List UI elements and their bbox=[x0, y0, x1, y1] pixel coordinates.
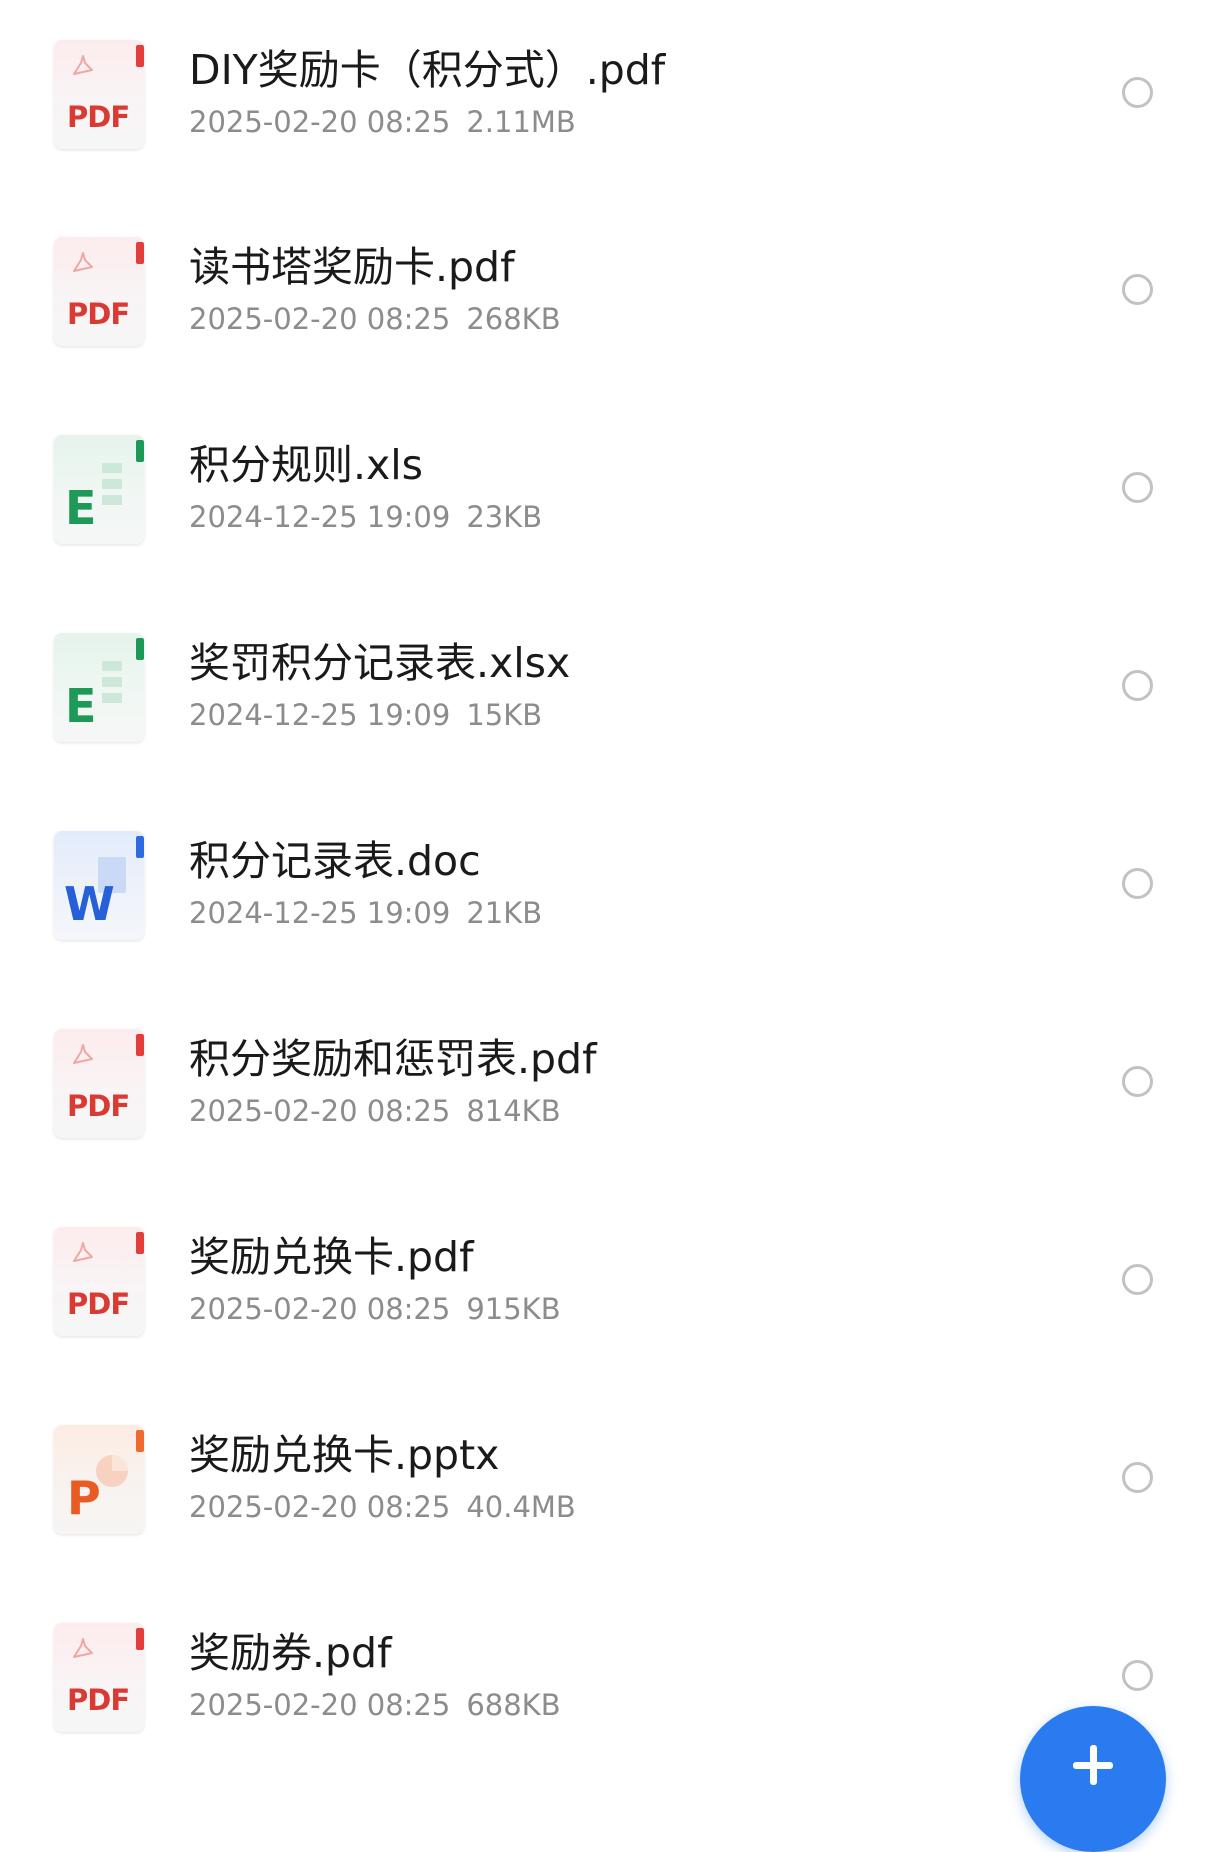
select-radio-button[interactable] bbox=[1122, 274, 1153, 305]
pdf-file-icon: PDF bbox=[54, 237, 144, 346]
file-date: 2025-02-20 08:25 bbox=[189, 1292, 451, 1326]
select-radio-button[interactable] bbox=[1122, 670, 1153, 701]
file-name: 奖励兑换卡.pptx bbox=[189, 1431, 500, 1479]
add-fab-button[interactable] bbox=[1020, 1706, 1166, 1852]
word-icon-label: W bbox=[64, 877, 115, 931]
select-radio-button[interactable] bbox=[1122, 1264, 1153, 1295]
file-meta: 2025-02-20 08:25 40.4MB bbox=[189, 1487, 576, 1527]
file-date: 2025-02-20 08:25 bbox=[189, 1688, 451, 1722]
file-date: 2025-02-20 08:25 bbox=[189, 302, 451, 336]
file-name: 积分奖励和惩罚表.pdf bbox=[189, 1035, 597, 1083]
file-row[interactable]: PDF DIY奖励卡（积分式）.pdf 2025-02-20 08:25 2.11… bbox=[0, 40, 1220, 238]
file-row[interactable]: E 积分规则.xls 2024-12-25 19:09 23KB bbox=[0, 435, 1220, 633]
select-radio-button[interactable] bbox=[1122, 1066, 1153, 1097]
file-row[interactable]: PDF 奖励兑换卡.pdf 2025-02-20 08:25 915KB bbox=[0, 1227, 1220, 1425]
select-radio-button[interactable] bbox=[1122, 77, 1153, 108]
file-date: 2025-02-20 08:25 bbox=[189, 1094, 451, 1128]
pdf-icon-label: PDF bbox=[67, 297, 130, 331]
file-size: 814KB bbox=[466, 1094, 561, 1128]
file-date: 2025-02-20 08:25 bbox=[189, 105, 451, 139]
file-row[interactable]: PDF 读书塔奖励卡.pdf 2025-02-20 08:25 268KB bbox=[0, 237, 1220, 435]
file-size: 15KB bbox=[466, 698, 543, 732]
pdf-file-icon: PDF bbox=[54, 1029, 144, 1138]
file-meta: 2025-02-20 08:25 268KB bbox=[189, 299, 561, 339]
select-radio-button[interactable] bbox=[1122, 1660, 1153, 1691]
pdf-file-icon: PDF bbox=[54, 40, 144, 149]
file-size: 40.4MB bbox=[466, 1490, 576, 1524]
file-row[interactable]: PDF 积分奖励和惩罚表.pdf 2025-02-20 08:25 814KB bbox=[0, 1029, 1220, 1227]
file-meta: 2025-02-20 08:25 915KB bbox=[189, 1289, 561, 1329]
excel-file-icon: E bbox=[54, 435, 144, 544]
select-radio-button[interactable] bbox=[1122, 1462, 1153, 1493]
file-name: DIY奖励卡（积分式）.pdf bbox=[189, 46, 666, 94]
file-meta: 2025-02-20 08:25 814KB bbox=[189, 1091, 561, 1131]
file-row[interactable]: E 奖罚积分记录表.xlsx 2024-12-25 19:09 15KB bbox=[0, 633, 1220, 831]
file-size: 688KB bbox=[466, 1688, 561, 1722]
pdf-file-icon: PDF bbox=[54, 1227, 144, 1336]
file-size: 268KB bbox=[466, 302, 561, 336]
file-list: PDF DIY奖励卡（积分式）.pdf 2025-02-20 08:25 2.11… bbox=[0, 0, 1220, 1759]
powerpoint-file-icon: P bbox=[54, 1425, 144, 1534]
file-date: 2024-12-25 19:09 bbox=[189, 896, 451, 930]
file-name: 奖励券.pdf bbox=[189, 1629, 392, 1677]
file-meta: 2025-02-20 08:25 2.11MB bbox=[189, 102, 576, 142]
pdf-icon-label: PDF bbox=[67, 1683, 130, 1717]
excel-file-icon: E bbox=[54, 633, 144, 742]
pdf-icon-label: PDF bbox=[67, 1089, 130, 1123]
file-meta: 2025-02-20 08:25 688KB bbox=[189, 1685, 561, 1725]
file-size: 23KB bbox=[466, 500, 543, 534]
excel-icon-label: E bbox=[65, 481, 97, 535]
file-name: 奖罚积分记录表.xlsx bbox=[189, 639, 571, 687]
select-radio-button[interactable] bbox=[1122, 868, 1153, 899]
select-radio-button[interactable] bbox=[1122, 472, 1153, 503]
pdf-icon-label: PDF bbox=[67, 1287, 130, 1321]
file-date: 2024-12-25 19:09 bbox=[189, 500, 451, 534]
file-name: 读书塔奖励卡.pdf bbox=[189, 243, 515, 291]
file-row[interactable]: P 奖励兑换卡.pptx 2025-02-20 08:25 40.4MB bbox=[0, 1425, 1220, 1623]
file-meta: 2024-12-25 19:09 23KB bbox=[189, 497, 542, 537]
file-size: 21KB bbox=[466, 896, 543, 930]
powerpoint-icon-label: P bbox=[67, 1471, 101, 1525]
pdf-icon-label: PDF bbox=[67, 100, 130, 134]
file-size: 915KB bbox=[466, 1292, 561, 1326]
file-row[interactable]: W 积分记录表.doc 2024-12-25 19:09 21KB bbox=[0, 831, 1220, 1029]
file-name: 积分规则.xls bbox=[189, 441, 424, 489]
file-size: 2.11MB bbox=[466, 105, 576, 139]
file-name: 积分记录表.doc bbox=[189, 837, 481, 885]
file-name: 奖励兑换卡.pdf bbox=[189, 1233, 474, 1281]
pdf-file-icon: PDF bbox=[54, 1623, 144, 1732]
file-date: 2025-02-20 08:25 bbox=[189, 1490, 451, 1524]
file-meta: 2024-12-25 19:09 21KB bbox=[189, 893, 542, 933]
excel-icon-label: E bbox=[65, 679, 97, 733]
word-file-icon: W bbox=[54, 831, 144, 940]
file-meta: 2024-12-25 19:09 15KB bbox=[189, 695, 542, 735]
file-date: 2024-12-25 19:09 bbox=[189, 698, 451, 732]
